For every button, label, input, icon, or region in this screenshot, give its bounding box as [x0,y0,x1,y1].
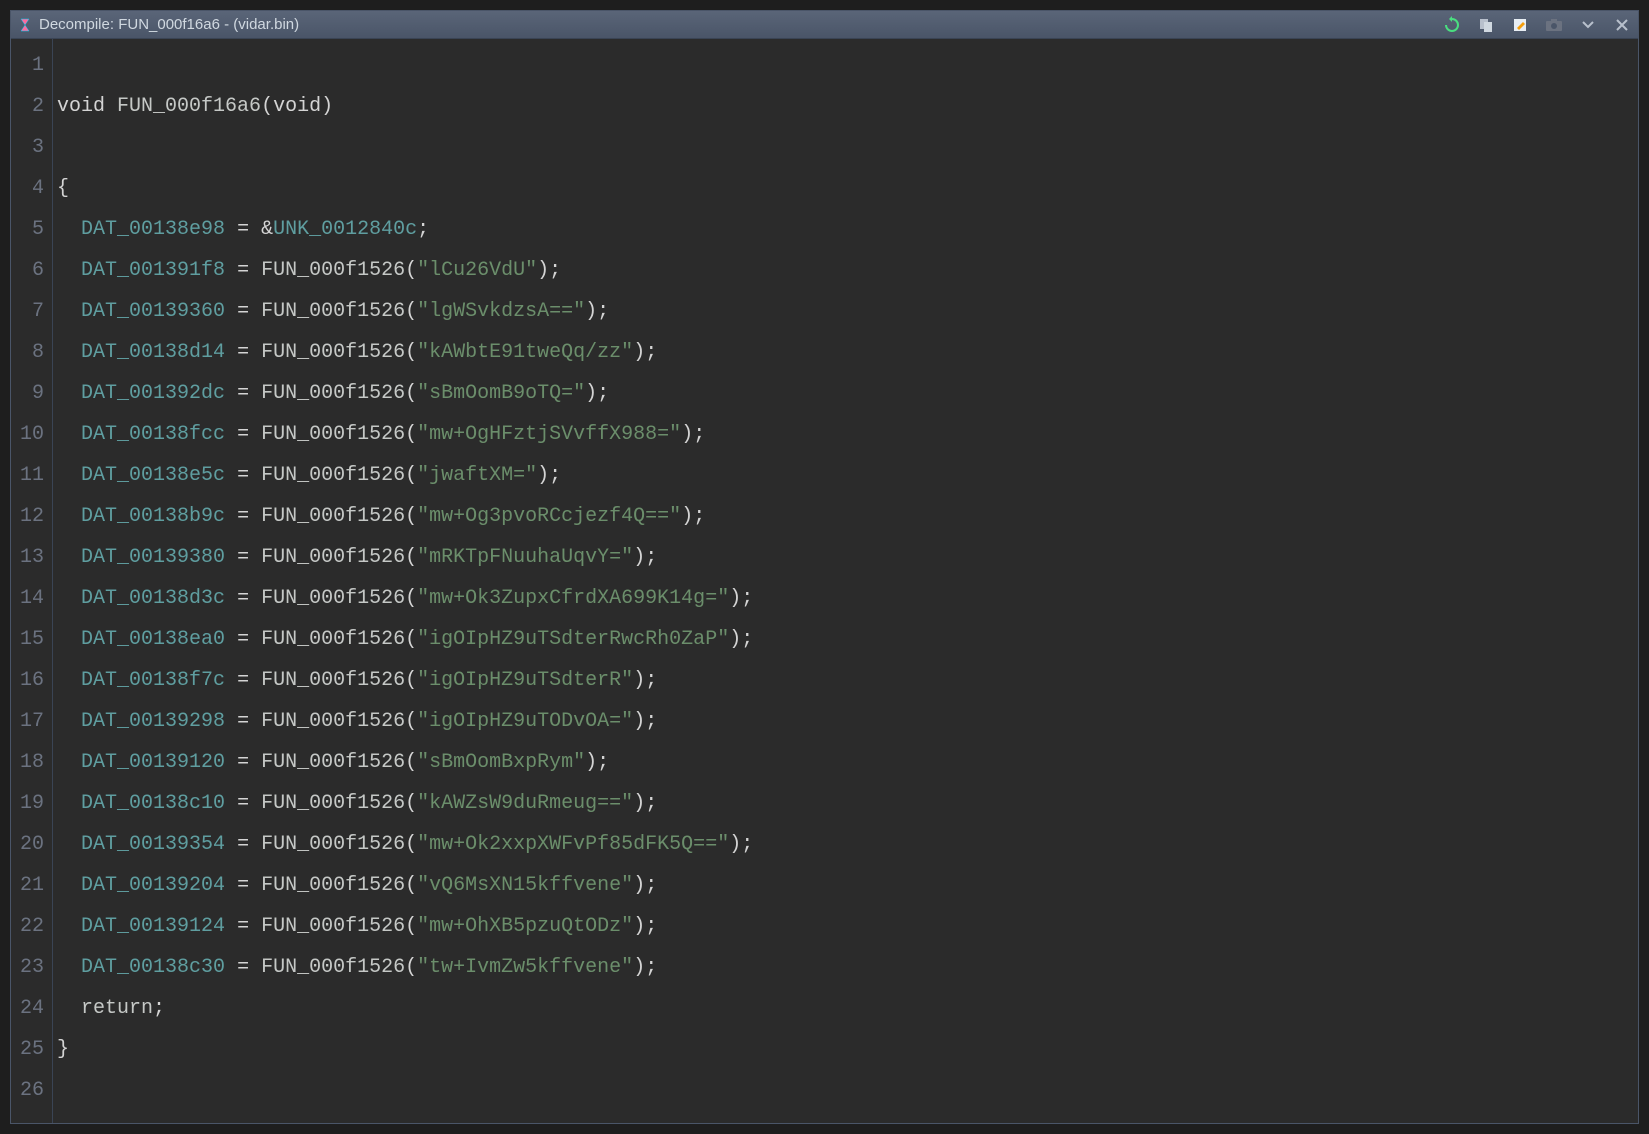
line-number: 4 [11,168,52,209]
code-content[interactable]: void FUN_000f16a6(void) { DAT_00138e98 = … [53,39,1638,1123]
code-area: 1234567891011121314151617181920212223242… [11,39,1638,1123]
code-line[interactable]: DAT_00139360 = FUN_000f1526("lgWSvkdzsA=… [57,291,1638,332]
line-number: 6 [11,250,52,291]
line-number: 12 [11,496,52,537]
code-line[interactable]: DAT_00138d14 = FUN_000f1526("kAWbtE91twe… [57,332,1638,373]
code-line[interactable]: DAT_00139124 = FUN_000f1526("mw+OhXB5pzu… [57,906,1638,947]
line-number: 23 [11,947,52,988]
window-title: Decompile: FUN_000f16a6 - (vidar.bin) [39,16,1442,33]
line-number: 11 [11,455,52,496]
line-number: 3 [11,127,52,168]
code-line[interactable]: DAT_00138fcc = FUN_000f1526("mw+OgHFztjS… [57,414,1638,455]
line-number: 2 [11,86,52,127]
line-number: 15 [11,619,52,660]
code-line[interactable]: } [57,1029,1638,1070]
snapshot-button[interactable] [1544,15,1564,35]
code-line[interactable]: DAT_00139204 = FUN_000f1526("vQ6MsXN15kf… [57,865,1638,906]
code-line[interactable]: DAT_00139120 = FUN_000f1526("sBmOomBxpRy… [57,742,1638,783]
dropdown-button[interactable] [1578,15,1598,35]
line-number: 14 [11,578,52,619]
line-number: 26 [11,1070,52,1111]
code-line[interactable]: DAT_001391f8 = FUN_000f1526("lCu26VdU"); [57,250,1638,291]
code-line[interactable]: DAT_00138ea0 = FUN_000f1526("igOIpHZ9uTS… [57,619,1638,660]
code-line[interactable] [57,45,1638,86]
close-button[interactable] [1612,15,1632,35]
code-line[interactable]: DAT_00138f7c = FUN_000f1526("igOIpHZ9uTS… [57,660,1638,701]
line-number: 9 [11,373,52,414]
code-line[interactable]: void FUN_000f16a6(void) [57,86,1638,127]
code-line[interactable]: DAT_001392dc = FUN_000f1526("sBmOomB9oTQ… [57,373,1638,414]
code-line[interactable]: DAT_00138e5c = FUN_000f1526("jwaftXM="); [57,455,1638,496]
code-line[interactable] [57,127,1638,168]
code-line[interactable]: DAT_00139354 = FUN_000f1526("mw+Ok2xxpXW… [57,824,1638,865]
code-line[interactable]: { [57,168,1638,209]
line-number: 22 [11,906,52,947]
line-number: 13 [11,537,52,578]
copy-button[interactable] [1476,15,1496,35]
toolbar [1442,15,1632,35]
line-number: 20 [11,824,52,865]
line-number: 24 [11,988,52,1029]
app-icon [17,17,33,33]
refresh-button[interactable] [1442,15,1462,35]
code-line[interactable]: DAT_00139298 = FUN_000f1526("igOIpHZ9uTO… [57,701,1638,742]
line-number: 8 [11,332,52,373]
code-line[interactable]: DAT_00139380 = FUN_000f1526("mRKTpFNuuha… [57,537,1638,578]
line-gutter: 1234567891011121314151617181920212223242… [11,39,53,1123]
line-number: 18 [11,742,52,783]
code-line[interactable]: DAT_00138b9c = FUN_000f1526("mw+Og3pvoRC… [57,496,1638,537]
line-number: 21 [11,865,52,906]
code-line[interactable]: DAT_00138c10 = FUN_000f1526("kAWZsW9duRm… [57,783,1638,824]
code-line[interactable]: return; [57,988,1638,1029]
line-number: 17 [11,701,52,742]
line-number: 10 [11,414,52,455]
line-number: 19 [11,783,52,824]
title-bar[interactable]: Decompile: FUN_000f16a6 - (vidar.bin) [11,11,1638,39]
code-line[interactable]: DAT_00138d3c = FUN_000f1526("mw+Ok3ZupxC… [57,578,1638,619]
line-number: 5 [11,209,52,250]
edit-button[interactable] [1510,15,1530,35]
line-number: 16 [11,660,52,701]
line-number: 1 [11,45,52,86]
code-line[interactable] [57,1070,1638,1111]
decompiler-window: Decompile: FUN_000f16a6 - (vidar.bin) 12… [10,10,1639,1124]
code-line[interactable]: DAT_00138c30 = FUN_000f1526("tw+IvmZw5kf… [57,947,1638,988]
line-number: 7 [11,291,52,332]
code-line[interactable]: DAT_00138e98 = &UNK_0012840c; [57,209,1638,250]
line-number: 25 [11,1029,52,1070]
